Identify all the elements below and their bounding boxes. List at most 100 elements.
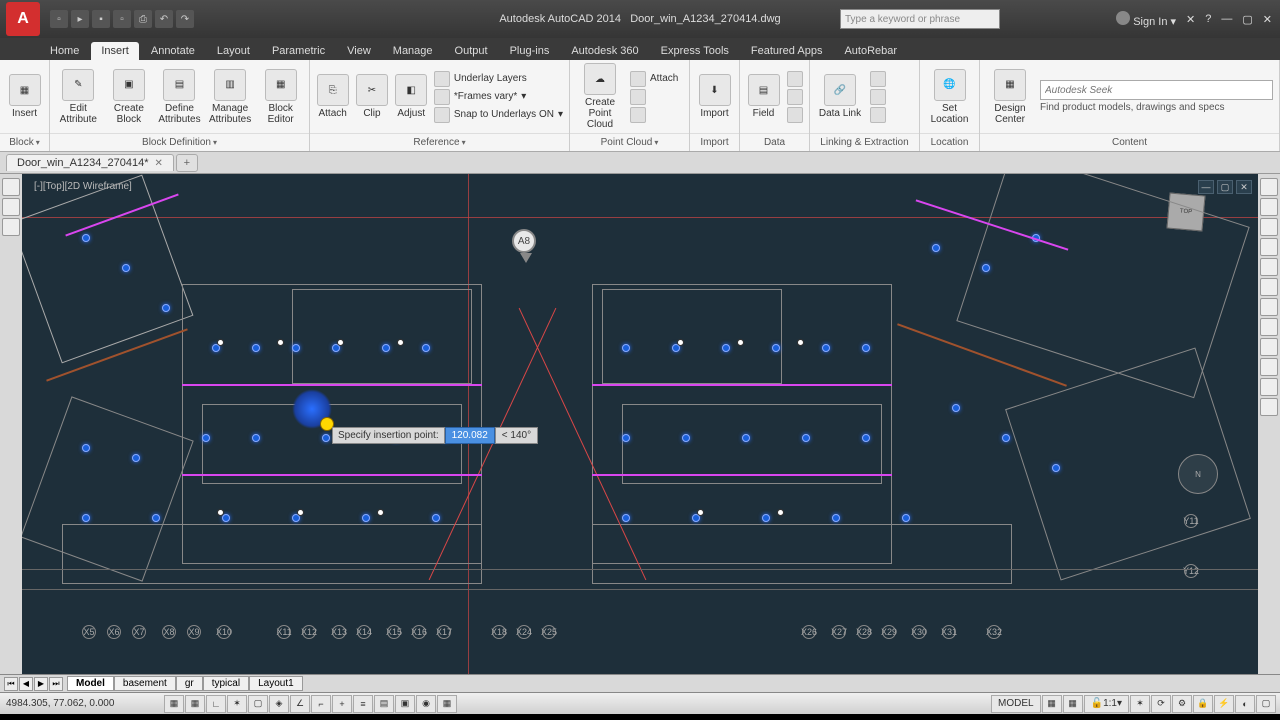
annotation-scale-dropdown[interactable]: 🔓 1:1 ▾ <box>1084 695 1129 713</box>
create-block-button[interactable]: ▣Create Block <box>107 69 152 125</box>
tab-autorebar[interactable]: AutoRebar <box>834 42 907 60</box>
design-center-button[interactable]: ▦Design Center <box>986 69 1034 125</box>
link-ico3[interactable] <box>870 107 886 123</box>
sb-quickview-drawings-icon[interactable]: ▦ <box>1063 695 1083 713</box>
attach-button[interactable]: ⎘Attach <box>316 74 349 119</box>
sb-workspace-icon[interactable]: ⚙ <box>1172 695 1192 713</box>
new-tab-button[interactable]: + <box>176 154 198 172</box>
sb-toolbar-lock-icon[interactable]: 🔒 <box>1193 695 1213 713</box>
data-ico3[interactable] <box>787 107 803 123</box>
vp-close-icon[interactable]: ✕ <box>1236 180 1252 194</box>
tool-r6[interactable] <box>1260 278 1278 296</box>
tab-home[interactable]: Home <box>40 42 89 60</box>
open-icon[interactable]: ▸ <box>71 10 89 28</box>
panel-blockdef-title[interactable]: Block Definition <box>50 133 309 151</box>
sb-ortho-icon[interactable]: ∟ <box>206 695 226 713</box>
set-location-button[interactable]: 🌐Set Location <box>926 69 973 125</box>
app-logo[interactable]: A <box>6 2 40 36</box>
nav-orbit-icon[interactable] <box>1260 238 1278 256</box>
tab-insert[interactable]: Insert <box>91 42 139 60</box>
create-pointcloud-button[interactable]: ☁Create Point Cloud <box>576 63 624 130</box>
plot-icon[interactable]: ⎙ <box>134 10 152 28</box>
field-button[interactable]: ▤Field <box>746 74 781 119</box>
manage-attributes-button[interactable]: ▥Manage Attributes <box>208 69 253 125</box>
sb-am-icon[interactable]: ▦ <box>437 695 457 713</box>
exchange-icon[interactable]: ✕ <box>1186 13 1195 26</box>
layout-tab-layout1[interactable]: Layout1 <box>249 676 303 691</box>
tab-autodesk360[interactable]: Autodesk 360 <box>561 42 648 60</box>
modelspace-button[interactable]: MODEL <box>991 695 1041 713</box>
close-tab-icon[interactable]: ✕ <box>155 158 163 169</box>
maximize-icon[interactable]: ▢ <box>1242 13 1252 26</box>
minimize-icon[interactable]: — <box>1221 13 1232 25</box>
tool-r11[interactable] <box>1260 378 1278 396</box>
signin-button[interactable]: Sign In ▾ <box>1116 11 1176 28</box>
edit-attribute-button[interactable]: ✎Edit Attribute <box>56 69 101 125</box>
tab-parametric[interactable]: Parametric <box>262 42 335 60</box>
pc-icon3[interactable] <box>630 107 646 123</box>
saveas-icon[interactable]: ▫ <box>113 10 131 28</box>
new-icon[interactable]: ▫ <box>50 10 68 28</box>
tab-plugins[interactable]: Plug-ins <box>500 42 560 60</box>
undo-icon[interactable]: ↶ <box>155 10 173 28</box>
sb-sc-icon[interactable]: ◉ <box>416 695 436 713</box>
sb-qp-icon[interactable]: ▣ <box>395 695 415 713</box>
tab-layout[interactable]: Layout <box>207 42 260 60</box>
sb-dyn-icon[interactable]: + <box>332 695 352 713</box>
pc-icon2[interactable] <box>630 89 646 105</box>
layout-next-icon[interactable]: ▶ <box>34 677 48 691</box>
save-icon[interactable]: ▪ <box>92 10 110 28</box>
insert-block-button[interactable]: ▦Insert <box>6 74 43 119</box>
layout-tab-gr[interactable]: gr <box>176 676 203 691</box>
autodesk-seek-search[interactable] <box>1040 80 1273 100</box>
layout-first-icon[interactable]: ⏮ <box>4 677 18 691</box>
sb-hardware-accel-icon[interactable]: ⚡ <box>1214 695 1234 713</box>
sb-grid-icon[interactable]: ▦ <box>185 695 205 713</box>
panel-reference-title[interactable]: Reference <box>310 133 569 151</box>
tool-r10[interactable] <box>1260 358 1278 376</box>
panel-pointcloud-title[interactable]: Point Cloud <box>570 133 689 151</box>
sb-quickview-layouts-icon[interactable]: ▦ <box>1042 695 1062 713</box>
infocenter-search[interactable]: Type a keyword or phrase <box>840 9 1000 29</box>
data-ico2[interactable] <box>787 89 803 105</box>
datalink-button[interactable]: 🔗Data Link <box>816 74 864 119</box>
redo-icon[interactable]: ↷ <box>176 10 194 28</box>
layout-prev-icon[interactable]: ◀ <box>19 677 33 691</box>
sb-snap-icon[interactable]: ▦ <box>164 695 184 713</box>
nav-zoom-icon[interactable] <box>1260 218 1278 236</box>
snap-underlays-dropdown[interactable]: Snap to Underlays ON ▾ <box>434 107 563 123</box>
link-ico2[interactable] <box>870 89 886 105</box>
sb-cleanscreen-icon[interactable]: ▢ <box>1256 695 1276 713</box>
help-icon[interactable]: ? <box>1205 13 1211 25</box>
underlay-layers-button[interactable]: Underlay Layers <box>434 71 563 87</box>
close-icon[interactable]: ✕ <box>1263 13 1272 26</box>
file-tab-active[interactable]: Door_win_A1234_270414*✕ <box>6 154 174 171</box>
adjust-button[interactable]: ◧Adjust <box>395 74 428 119</box>
sb-3dosnap-icon[interactable]: ◈ <box>269 695 289 713</box>
tool-l1[interactable] <box>2 178 20 196</box>
tab-annotate[interactable]: Annotate <box>141 42 205 60</box>
tool-l3[interactable] <box>2 218 20 236</box>
prompt-distance-input[interactable]: 120.082 <box>445 427 495 444</box>
sb-osnap-icon[interactable]: ▢ <box>248 695 268 713</box>
data-ico1[interactable] <box>787 71 803 87</box>
tab-view[interactable]: View <box>337 42 381 60</box>
tab-featuredapps[interactable]: Featured Apps <box>741 42 833 60</box>
frames-vary-dropdown[interactable]: *Frames vary* ▾ <box>434 89 563 105</box>
geomarker-pin[interactable]: A8 <box>512 229 540 265</box>
sb-otrack-icon[interactable]: ∠ <box>290 695 310 713</box>
vp-min-icon[interactable]: — <box>1198 180 1214 194</box>
block-editor-button[interactable]: ▦Block Editor <box>258 69 303 125</box>
link-ico1[interactable] <box>870 71 886 87</box>
attach-pointcloud-button[interactable]: Attach <box>630 71 678 87</box>
define-attributes-button[interactable]: ▤Define Attributes <box>157 69 202 125</box>
drawing-canvas[interactable]: [-][Top][2D Wireframe] — ▢ ✕ A8 TOP N <box>22 174 1258 674</box>
layout-tab-basement[interactable]: basement <box>114 676 176 691</box>
sb-lwt-icon[interactable]: ≡ <box>353 695 373 713</box>
import-button[interactable]: ⬇Import <box>696 74 733 119</box>
sb-annotation-visibility-icon[interactable]: ✶ <box>1130 695 1150 713</box>
tool-r12[interactable] <box>1260 398 1278 416</box>
tool-r7[interactable] <box>1260 298 1278 316</box>
sb-ducs-icon[interactable]: ⌐ <box>311 695 331 713</box>
tab-expresstools[interactable]: Express Tools <box>651 42 739 60</box>
